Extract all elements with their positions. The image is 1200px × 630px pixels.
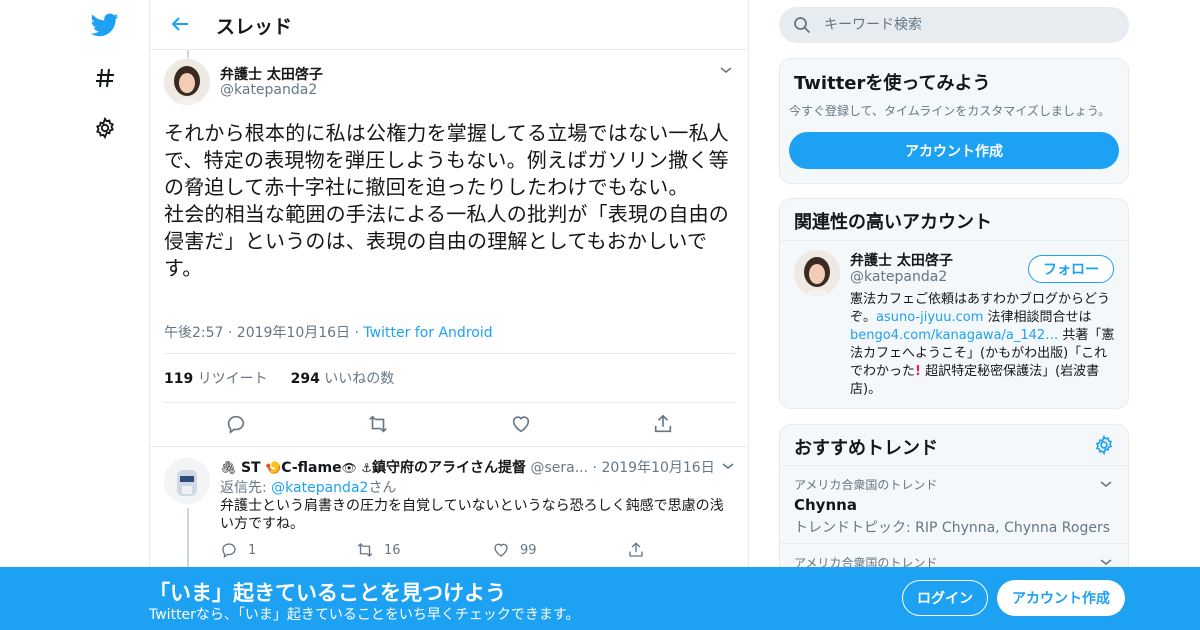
- reply-retweet-count: 16: [384, 542, 401, 558]
- reply-reply-button[interactable]: 1: [220, 541, 256, 559]
- chevron-down-icon[interactable]: [1098, 476, 1114, 496]
- reply-share-button[interactable]: [627, 541, 645, 559]
- tweet-stats: 119 リツイート 294 いいねの数: [164, 368, 394, 388]
- bio-link[interactable]: asuno-jiyuu.com: [876, 310, 983, 325]
- search-input[interactable]: [824, 7, 1114, 43]
- chevron-down-icon[interactable]: [720, 458, 736, 474]
- thread-line: [187, 508, 189, 568]
- orange-emoji-icon: 🍤: [265, 461, 282, 476]
- reply-avatar[interactable]: [164, 458, 210, 504]
- reply-to-handle[interactable]: @katepanda2: [271, 480, 368, 496]
- card-title: 関連性の高いアカウント: [794, 212, 992, 233]
- avatar[interactable]: [794, 250, 840, 296]
- tweet-time[interactable]: 午後2:57 · 2019年10月16日: [164, 325, 350, 341]
- reply-like-count: 99: [520, 542, 537, 558]
- signup-banner: 「いま」起きていることを見つけよう Twitterなら、「いま」起きていることを…: [0, 567, 1200, 630]
- try-twitter-card: Twitterを使ってみよう 今すぐ登録して、タイムラインをカスタマイズしましょ…: [779, 58, 1129, 184]
- eye-emoji-icon: 👁: [341, 461, 357, 475]
- trend-topic: トレンドトピック: RIP Chynna, Chynna Rogers: [794, 520, 1110, 536]
- card-subtitle: 今すぐ登録して、タイムラインをカスタマイズしましょう。: [789, 104, 1111, 118]
- reply-icon[interactable]: [225, 413, 247, 435]
- tweet-text: それから根本的に私は公権力を掌握してる立場ではない一私人で、特定の表現物を弾圧し…: [164, 121, 729, 280]
- reply-name-middle: C-flame: [281, 460, 342, 476]
- share-icon[interactable]: [652, 413, 674, 435]
- divider: [150, 446, 748, 447]
- author-name[interactable]: 弁護士 太田啓子: [220, 64, 323, 84]
- like-label[interactable]: いいねの数: [324, 371, 394, 387]
- card-title: おすすめトレンド: [794, 438, 938, 459]
- pin-icon: 🖇: [220, 461, 237, 476]
- reply-count: 1: [248, 542, 257, 558]
- reply-author[interactable]: 🖇 ST 🍤C-flame👁 ⚓鎮守府のアライさん提督 @sera... · 2…: [220, 457, 715, 477]
- divider: [780, 240, 1128, 241]
- reply-like-button[interactable]: 99: [492, 541, 537, 559]
- gear-icon[interactable]: [90, 113, 120, 143]
- meta-dot: ·: [588, 460, 602, 476]
- account-handle[interactable]: @katepanda2: [850, 269, 947, 285]
- banner-subtitle: Twitterなら、「いま」起きていることをいち早くチェックできます。: [149, 607, 580, 623]
- meta-dot: ·: [350, 325, 364, 341]
- like-count[interactable]: 294: [291, 371, 320, 387]
- follow-button[interactable]: フォロー: [1028, 255, 1114, 283]
- retweet-icon: [357, 543, 373, 557]
- divider: [164, 402, 735, 403]
- retweet-count[interactable]: 119: [164, 371, 193, 387]
- header: スレッド: [150, 0, 748, 50]
- card-title: Twitterを使ってみよう: [794, 73, 991, 94]
- page-title: スレッド: [216, 16, 293, 38]
- trends-card: おすすめトレンド アメリカ合衆国のトレンド Chynna トレンドトピック: R…: [779, 424, 1129, 584]
- reply-handle[interactable]: @sera...: [530, 460, 588, 476]
- back-arrow-icon[interactable]: [168, 12, 192, 36]
- login-button[interactable]: ログイン: [902, 580, 988, 616]
- gear-icon[interactable]: [1094, 434, 1116, 457]
- reply-icon: [222, 543, 236, 559]
- reply-to-suffix: さん: [368, 480, 397, 496]
- banner-title: 「いま」起きていることを見つけよう: [149, 581, 506, 605]
- reply-to: 返信先: @katepanda2さん: [220, 477, 396, 497]
- trend-context: アメリカ合衆国のトレンド: [794, 478, 938, 492]
- search-icon: [793, 16, 811, 34]
- trend-item[interactable]: アメリカ合衆国のトレンド Chynna トレンドトピック: RIP Chynna…: [780, 466, 1128, 543]
- account-name[interactable]: 弁護士 太田啓子: [850, 250, 953, 270]
- divider: [164, 353, 735, 354]
- heart-icon: [494, 543, 508, 557]
- retweet-icon[interactable]: [367, 413, 389, 435]
- signup-button[interactable]: アカウント作成: [997, 580, 1125, 616]
- author-handle[interactable]: @katepanda2: [220, 82, 317, 98]
- retweet-label[interactable]: リツイート: [198, 371, 268, 387]
- reply-text: 弁護士という肩書きの圧力を自覚していないというなら恐ろしく鈍感で思慮の浅い方です…: [220, 498, 724, 532]
- heart-icon[interactable]: [510, 413, 532, 435]
- trend-name: Chynna: [794, 496, 857, 514]
- thread-line: [187, 50, 189, 58]
- badge-emoji-icon: ⚓: [361, 461, 373, 475]
- twitter-bird-icon[interactable]: [90, 10, 120, 40]
- chevron-down-icon[interactable]: [718, 62, 734, 78]
- reply-name-prefix: ST: [240, 460, 261, 476]
- related-accounts-card: 関連性の高いアカウント 弁護士 太田啓子 @katepanda2 フォロー 憲法…: [779, 198, 1129, 409]
- main-column: スレッド 弁護士 太田啓子 @katepanda2 それから根本的に私は公権力を…: [149, 0, 749, 630]
- tweet-source[interactable]: Twitter for Android: [363, 325, 492, 341]
- bio-text: 法律相談問合せは: [983, 310, 1092, 325]
- tweet-meta: 午後2:57 · 2019年10月16日 · Twitter for Andro…: [164, 322, 493, 342]
- search-bar[interactable]: [779, 7, 1129, 43]
- left-nav: [0, 0, 150, 630]
- reply-retweet-button[interactable]: 16: [356, 541, 401, 559]
- reply-to-label: 返信先:: [220, 480, 272, 496]
- bio-link[interactable]: bengo4.com/kanagawa/a_142…: [850, 328, 1058, 343]
- avatar[interactable]: [164, 59, 210, 105]
- account-bio: 憲法カフェご依頼はあすわかブログからどうぞ。asuno-jiyuu.com 法律…: [850, 291, 1115, 399]
- hashtag-icon[interactable]: [90, 63, 120, 93]
- share-icon: [629, 542, 643, 557]
- signup-button[interactable]: アカウント作成: [789, 132, 1119, 169]
- reply-date[interactable]: 2019年10月16日: [601, 460, 714, 476]
- reply-name-suffix: 鎮守府のアライさん提督: [372, 460, 527, 476]
